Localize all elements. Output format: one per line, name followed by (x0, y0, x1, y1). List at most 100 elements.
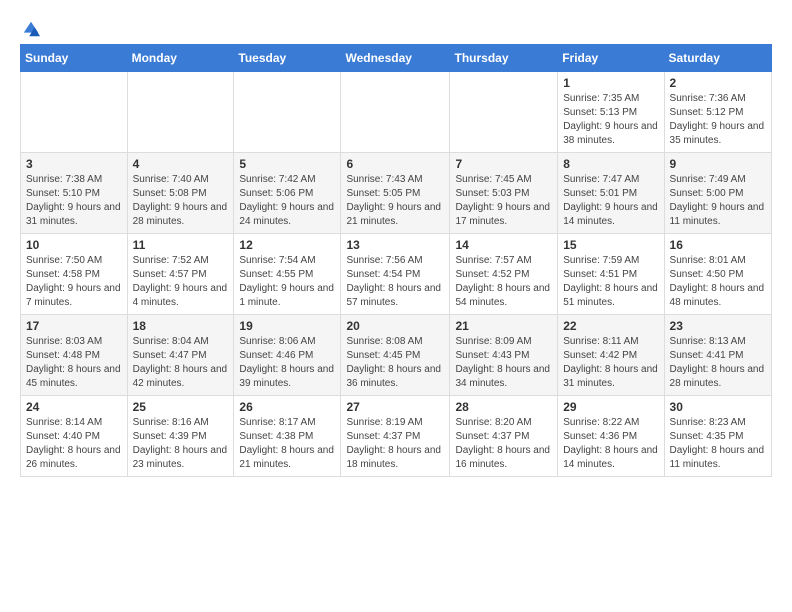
calendar-week-3: 10 Sunrise: 7:50 AM Sunset: 4:58 PM Dayli… (21, 234, 772, 315)
calendar: SundayMondayTuesdayWednesdayThursdayFrid… (20, 44, 772, 477)
weekday-header-tuesday: Tuesday (234, 45, 341, 72)
calendar-cell: 18 Sunrise: 8:04 AM Sunset: 4:47 PM Dayli… (127, 315, 234, 396)
calendar-cell: 3 Sunrise: 7:38 AM Sunset: 5:10 PM Daylig… (21, 153, 128, 234)
weekday-header-saturday: Saturday (664, 45, 771, 72)
page: SundayMondayTuesdayWednesdayThursdayFrid… (0, 0, 792, 487)
calendar-cell: 13Sunrise: 7:56 AM Sunset: 4:54 PM Dayli… (341, 234, 450, 315)
calendar-cell: 20 Sunrise: 8:08 AM Sunset: 4:45 PM Dayli… (341, 315, 450, 396)
calendar-cell: 1 Sunrise: 7:35 AM Sunset: 5:13 PM Daylig… (558, 72, 664, 153)
header (20, 16, 772, 38)
day-info: Sunrise: 7:36 AM Sunset: 5:12 PM Dayligh… (670, 92, 766, 148)
day-info: Sunrise: 8:19 AM Sunset: 4:37 PM Dayligh… (346, 416, 444, 472)
day-info: Sunrise: 8:14 AM Sunset: 4:40 PM Dayligh… (26, 416, 122, 472)
calendar-cell: 24 Sunrise: 8:14 AM Sunset: 4:40 PM Dayli… (21, 396, 128, 477)
day-info: Sunrise: 8:16 AM Sunset: 4:39 PM Dayligh… (133, 416, 229, 472)
calendar-cell: 30 Sunrise: 8:23 AM Sunset: 4:35 PM Dayli… (664, 396, 771, 477)
day-info: Sunrise: 8:22 AM Sunset: 4:36 PM Dayligh… (563, 416, 658, 472)
calendar-header: SundayMondayTuesdayWednesdayThursdayFrid… (21, 45, 772, 72)
calendar-cell: 17 Sunrise: 8:03 AM Sunset: 4:48 PM Dayli… (21, 315, 128, 396)
calendar-cell: 7 Sunrise: 7:45 AM Sunset: 5:03 PM Daylig… (450, 153, 558, 234)
day-number: 10 (26, 238, 122, 252)
calendar-cell: 26 Sunrise: 8:17 AM Sunset: 4:38 PM Dayli… (234, 396, 341, 477)
day-number: 14 (455, 238, 552, 252)
day-number: 28 (455, 400, 552, 414)
day-number: 9 (670, 157, 766, 171)
day-number: 5 (239, 157, 335, 171)
day-number: 15 (563, 238, 658, 252)
calendar-week-5: 24 Sunrise: 8:14 AM Sunset: 4:40 PM Dayli… (21, 396, 772, 477)
day-info: Sunrise: 7:38 AM Sunset: 5:10 PM Dayligh… (26, 173, 122, 229)
day-number: 17 (26, 319, 122, 333)
day-info: Sunrise: 7:40 AM Sunset: 5:08 PM Dayligh… (133, 173, 229, 229)
day-info: Sunrise: 7:45 AM Sunset: 5:03 PM Dayligh… (455, 173, 552, 229)
day-number: 7 (455, 157, 552, 171)
day-info: Sunrise: 8:01 AM Sunset: 4:50 PM Dayligh… (670, 254, 766, 310)
calendar-cell (341, 72, 450, 153)
day-number: 21 (455, 319, 552, 333)
day-info: Sunrise: 8:06 AM Sunset: 4:46 PM Dayligh… (239, 335, 335, 391)
day-number: 16 (670, 238, 766, 252)
calendar-week-1: 1 Sunrise: 7:35 AM Sunset: 5:13 PM Daylig… (21, 72, 772, 153)
day-number: 29 (563, 400, 658, 414)
weekday-header-sunday: Sunday (21, 45, 128, 72)
calendar-cell: 23 Sunrise: 8:13 AM Sunset: 4:41 PM Dayli… (664, 315, 771, 396)
logo (20, 20, 40, 38)
calendar-cell: 28 Sunrise: 8:20 AM Sunset: 4:37 PM Dayli… (450, 396, 558, 477)
calendar-week-4: 17 Sunrise: 8:03 AM Sunset: 4:48 PM Dayli… (21, 315, 772, 396)
day-info: Sunrise: 8:04 AM Sunset: 4:47 PM Dayligh… (133, 335, 229, 391)
day-info: Sunrise: 7:43 AM Sunset: 5:05 PM Dayligh… (346, 173, 444, 229)
calendar-cell: 11Sunrise: 7:52 AM Sunset: 4:57 PM Dayli… (127, 234, 234, 315)
calendar-cell: 19 Sunrise: 8:06 AM Sunset: 4:46 PM Dayli… (234, 315, 341, 396)
day-number: 27 (346, 400, 444, 414)
day-info: Sunrise: 7:50 AM Sunset: 4:58 PM Dayligh… (26, 254, 122, 310)
day-info: Sunrise: 8:23 AM Sunset: 4:35 PM Dayligh… (670, 416, 766, 472)
calendar-cell: 14 Sunrise: 7:57 AM Sunset: 4:52 PM Dayli… (450, 234, 558, 315)
day-number: 13 (346, 238, 444, 252)
day-info: Sunrise: 7:59 AM Sunset: 4:51 PM Dayligh… (563, 254, 658, 310)
calendar-cell: 8Sunrise: 7:47 AM Sunset: 5:01 PM Daylig… (558, 153, 664, 234)
day-number: 20 (346, 319, 444, 333)
day-info: Sunrise: 8:03 AM Sunset: 4:48 PM Dayligh… (26, 335, 122, 391)
day-info: Sunrise: 8:20 AM Sunset: 4:37 PM Dayligh… (455, 416, 552, 472)
weekday-header-monday: Monday (127, 45, 234, 72)
weekday-row: SundayMondayTuesdayWednesdayThursdayFrid… (21, 45, 772, 72)
calendar-cell: 22 Sunrise: 8:11 AM Sunset: 4:42 PM Dayli… (558, 315, 664, 396)
weekday-header-thursday: Thursday (450, 45, 558, 72)
day-number: 24 (26, 400, 122, 414)
calendar-cell (234, 72, 341, 153)
calendar-cell: 9 Sunrise: 7:49 AM Sunset: 5:00 PM Daylig… (664, 153, 771, 234)
calendar-cell (450, 72, 558, 153)
day-number: 8 (563, 157, 658, 171)
day-info: Sunrise: 8:11 AM Sunset: 4:42 PM Dayligh… (563, 335, 658, 391)
calendar-body: 1 Sunrise: 7:35 AM Sunset: 5:13 PM Daylig… (21, 72, 772, 477)
day-number: 23 (670, 319, 766, 333)
day-info: Sunrise: 7:42 AM Sunset: 5:06 PM Dayligh… (239, 173, 335, 229)
day-info: Sunrise: 8:08 AM Sunset: 4:45 PM Dayligh… (346, 335, 444, 391)
calendar-cell: 15 Sunrise: 7:59 AM Sunset: 4:51 PM Dayli… (558, 234, 664, 315)
calendar-cell: 25 Sunrise: 8:16 AM Sunset: 4:39 PM Dayli… (127, 396, 234, 477)
logo-icon (22, 20, 40, 38)
day-info: Sunrise: 8:09 AM Sunset: 4:43 PM Dayligh… (455, 335, 552, 391)
weekday-header-friday: Friday (558, 45, 664, 72)
day-number: 2 (670, 76, 766, 90)
day-info: Sunrise: 7:49 AM Sunset: 5:00 PM Dayligh… (670, 173, 766, 229)
day-info: Sunrise: 8:13 AM Sunset: 4:41 PM Dayligh… (670, 335, 766, 391)
day-number: 18 (133, 319, 229, 333)
day-number: 25 (133, 400, 229, 414)
day-number: 3 (26, 157, 122, 171)
calendar-cell: 29 Sunrise: 8:22 AM Sunset: 4:36 PM Dayli… (558, 396, 664, 477)
calendar-cell (127, 72, 234, 153)
day-number: 26 (239, 400, 335, 414)
day-info: Sunrise: 7:35 AM Sunset: 5:13 PM Dayligh… (563, 92, 658, 148)
day-info: Sunrise: 8:17 AM Sunset: 4:38 PM Dayligh… (239, 416, 335, 472)
day-number: 12 (239, 238, 335, 252)
day-info: Sunrise: 7:54 AM Sunset: 4:55 PM Dayligh… (239, 254, 335, 310)
day-number: 19 (239, 319, 335, 333)
calendar-cell: 2 Sunrise: 7:36 AM Sunset: 5:12 PM Daylig… (664, 72, 771, 153)
day-number: 1 (563, 76, 658, 90)
calendar-cell: 27 Sunrise: 8:19 AM Sunset: 4:37 PM Dayli… (341, 396, 450, 477)
day-number: 22 (563, 319, 658, 333)
calendar-cell: 6Sunrise: 7:43 AM Sunset: 5:05 PM Daylig… (341, 153, 450, 234)
day-number: 30 (670, 400, 766, 414)
day-info: Sunrise: 7:57 AM Sunset: 4:52 PM Dayligh… (455, 254, 552, 310)
